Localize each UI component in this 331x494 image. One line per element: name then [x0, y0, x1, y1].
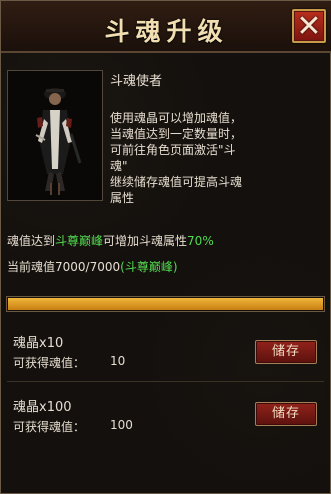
- soul-progress-bar: [6, 296, 325, 312]
- item-gain-label: 可获得魂值：: [13, 420, 86, 434]
- description-line: 可前往角色页面激活"斗: [110, 143, 236, 157]
- panel-frame: 斗魂升级 ✕ 斗魂使者 使用魂晶可以增加魂值， 当魂值达到一定数量时， 可前往角…: [0, 0, 331, 494]
- current-rank: (斗尊巅峰): [120, 260, 178, 274]
- store-button[interactable]: 储存: [255, 340, 317, 364]
- close-button[interactable]: ✕: [292, 9, 326, 44]
- description-line: 继续储存魂值可提高斗魂: [110, 175, 243, 189]
- divider: [7, 381, 324, 382]
- current-prefix: 当前魂值: [7, 260, 56, 274]
- effect-middle: 可增加斗魂属性: [103, 234, 188, 248]
- item-title: 魂晶x10: [13, 336, 64, 351]
- panel-title: 斗魂升级: [104, 17, 229, 46]
- description-line: 当魂值达到一定数量时，: [110, 127, 243, 141]
- character-description: 使用魂晶可以增加魂值， 当魂值达到一定数量时， 可前往角色页面激活"斗 魂" 继…: [110, 110, 318, 206]
- character-portrait: [7, 70, 103, 201]
- character-name: 斗魂使者: [110, 74, 163, 89]
- progress-fill: [8, 298, 323, 310]
- current-soul-line: 当前魂值7000/7000(斗尊巅峰): [7, 258, 178, 275]
- effect-rank: 斗尊巅峰: [55, 234, 104, 248]
- item-title: 魂晶x100: [13, 400, 72, 415]
- item-gain-value: 10: [110, 354, 126, 368]
- description-line: 魂": [110, 159, 128, 173]
- description-line: 属性: [110, 191, 135, 205]
- item-gain-value: 100: [110, 418, 133, 432]
- soul-effect-line: 魂值达到斗尊巅峰可增加斗魂属性70%: [7, 232, 214, 249]
- panel-header: 斗魂升级 ✕: [1, 1, 331, 53]
- current-value: 7000/7000: [55, 260, 121, 274]
- description-line: 使用魂晶可以增加魂值，: [110, 111, 243, 125]
- effect-prefix: 魂值达到: [7, 234, 56, 248]
- store-button[interactable]: 储存: [255, 402, 317, 426]
- item-gain-label: 可获得魂值：: [13, 356, 86, 370]
- character-figure-icon: [8, 71, 102, 200]
- close-icon[interactable]: ✕: [294, 10, 324, 44]
- effect-percent: 70%: [187, 234, 214, 248]
